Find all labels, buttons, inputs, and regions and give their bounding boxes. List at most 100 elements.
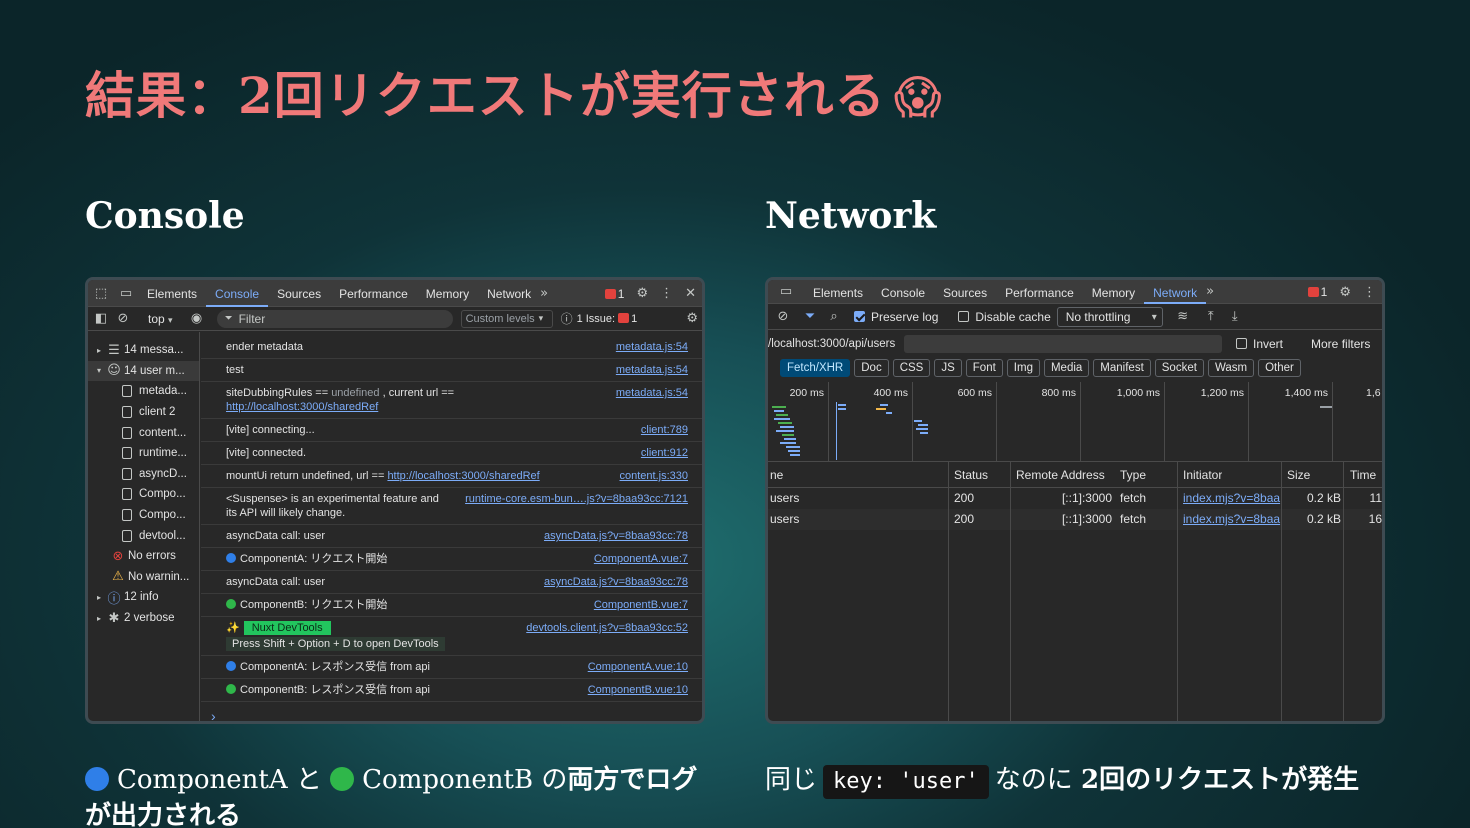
column-header-remote-address[interactable]: Remote Address xyxy=(1016,468,1105,482)
tab-elements[interactable]: Elements xyxy=(804,280,872,304)
log-url-link[interactable]: http://localhost:3000/sharedRef xyxy=(387,470,539,482)
sidebar-item-user-messages[interactable]: ▾ ☺ 14 user m... xyxy=(88,360,199,382)
initiator-link[interactable]: index.mjs?v=8baa xyxy=(1183,491,1283,505)
log-source-link[interactable]: metadata.js:54 xyxy=(616,386,688,400)
tab-memory[interactable]: Memory xyxy=(417,280,478,307)
sidebar-item-errors[interactable]: ⊗ No errors xyxy=(88,546,199,567)
type-filter-font[interactable]: Font xyxy=(965,359,1003,377)
more-tabs-icon[interactable]: » xyxy=(540,286,548,301)
invert-checkbox[interactable]: Invert xyxy=(1236,337,1283,351)
log-url-link[interactable]: http://localhost:3000/sharedRef xyxy=(226,401,378,413)
log-source-link[interactable]: runtime-core.esm-bun….js?v=8baa93cc:7121 xyxy=(465,492,688,506)
log-source-link[interactable]: asyncData.js?v=8baa93cc:78 xyxy=(544,575,688,589)
column-divider[interactable] xyxy=(1010,462,1011,721)
log-source-link[interactable]: client:789 xyxy=(641,423,688,437)
device-toolbar-icon[interactable]: ▭ xyxy=(114,286,138,301)
type-filter-manifest[interactable]: Manifest xyxy=(1093,359,1151,377)
type-filter-socket[interactable]: Socket xyxy=(1154,359,1204,377)
tab-network[interactable]: Network xyxy=(478,280,540,307)
clear-network-icon[interactable]: ⊘ xyxy=(768,309,798,324)
type-filter-css[interactable]: CSS xyxy=(892,359,931,377)
type-filter-wasm[interactable]: Wasm xyxy=(1207,359,1255,377)
console-prompt[interactable]: › xyxy=(201,702,702,721)
column-divider[interactable] xyxy=(948,462,949,721)
log-source-link[interactable]: devtools.client.js?v=8baa93cc:52 xyxy=(526,621,688,635)
sidebar-item-warnings[interactable]: ⚠ No warnin... xyxy=(88,567,199,588)
device-toolbar-icon[interactable]: ▭ xyxy=(768,284,804,299)
sidebar-item-file[interactable]: asyncD... xyxy=(88,464,199,485)
type-filter-img[interactable]: Img xyxy=(1006,359,1040,377)
filter-icon[interactable]: ⏷ xyxy=(798,309,822,324)
tab-console[interactable]: Console xyxy=(872,280,934,304)
tab-sources[interactable]: Sources xyxy=(934,280,996,304)
type-filter-other[interactable]: Other xyxy=(1258,359,1301,377)
close-icon[interactable]: ✕ xyxy=(685,286,696,301)
sidebar-item-file[interactable]: Compo... xyxy=(88,484,199,505)
type-filter-js[interactable]: JS xyxy=(934,359,962,377)
tab-network[interactable]: Network xyxy=(1144,280,1207,304)
log-source-link[interactable]: content.js:330 xyxy=(620,469,689,483)
wifi-icon[interactable]: ≋ xyxy=(1173,309,1193,324)
column-header-time[interactable]: Time xyxy=(1350,468,1376,482)
tab-elements[interactable]: Elements xyxy=(138,280,206,307)
tab-performance[interactable]: Performance xyxy=(330,280,417,307)
sidebar-item-file[interactable]: content... xyxy=(88,422,199,443)
sidebar-item-verbose[interactable]: ▸ ✱ 2 verbose xyxy=(88,608,199,629)
sidebar-item-file[interactable]: Compo... xyxy=(88,505,199,526)
network-timeline-overview[interactable]: 200 ms 400 ms 600 ms 800 ms 1,000 ms 1,2… xyxy=(768,382,1382,462)
type-filter-doc[interactable]: Doc xyxy=(854,359,889,377)
initiator-link[interactable]: index.mjs?v=8baa xyxy=(1183,512,1283,526)
upload-icon[interactable]: ⤒ xyxy=(1201,309,1221,324)
issues-badge[interactable]: 1 xyxy=(1307,285,1327,299)
download-icon[interactable]: ⤓ xyxy=(1225,309,1245,324)
filter-input[interactable]: ⏷ Filter xyxy=(216,309,453,328)
column-header-status[interactable]: Status xyxy=(954,468,988,482)
throttling-select[interactable]: No throttling xyxy=(1056,306,1163,327)
inspect-element-icon[interactable]: ⬚ xyxy=(88,286,114,301)
disable-cache-checkbox[interactable]: Disable cache xyxy=(958,310,1051,324)
tab-console[interactable]: Console xyxy=(206,280,269,307)
tab-sources[interactable]: Sources xyxy=(268,280,330,307)
log-source-link[interactable]: ComponentB.vue:7 xyxy=(594,598,688,612)
tab-memory[interactable]: Memory xyxy=(1083,280,1144,304)
type-filter-fetch-xhr[interactable]: Fetch/XHR xyxy=(780,359,851,377)
sidebar-item-file[interactable]: metada... xyxy=(88,381,199,402)
more-filters-button[interactable]: More filters xyxy=(1311,337,1370,351)
network-request-row[interactable]: users 200 [::1]:3000 fetch index.mjs?v=8… xyxy=(768,509,1382,530)
sidebar-item-file[interactable]: runtime... xyxy=(88,443,199,464)
log-levels-select[interactable]: Custom levels ▾ xyxy=(460,309,553,328)
column-divider[interactable] xyxy=(1343,462,1344,721)
gear-icon[interactable]: ⚙ xyxy=(636,286,648,301)
issues-badge[interactable]: 1 xyxy=(604,287,624,301)
network-request-row[interactable]: users 200 [::1]:3000 fetch index.mjs?v=8… xyxy=(768,488,1382,509)
preserve-log-checkbox[interactable]: Preserve log xyxy=(854,310,938,324)
log-source-link[interactable]: client:912 xyxy=(641,446,688,460)
log-source-link[interactable]: asyncData.js?v=8baa93cc:78 xyxy=(544,529,688,543)
sidebar-item-messages[interactable]: ▸ ☰ 14 messa... xyxy=(88,340,199,361)
type-filter-media[interactable]: Media xyxy=(1043,359,1090,377)
network-filter-field[interactable] xyxy=(904,335,1222,353)
kebab-menu-icon[interactable]: ⋮ xyxy=(1363,285,1376,300)
kebab-menu-icon[interactable]: ⋮ xyxy=(660,286,673,301)
column-divider[interactable] xyxy=(1281,462,1282,721)
eye-icon[interactable]: ◉ xyxy=(185,311,209,326)
log-source-link[interactable]: metadata.js:54 xyxy=(616,340,688,354)
console-settings-gear-icon[interactable]: ⚙ xyxy=(686,311,698,326)
column-header-type[interactable]: Type xyxy=(1120,468,1146,482)
column-header-size[interactable]: Size xyxy=(1287,468,1310,482)
clear-console-icon[interactable]: ⊘ xyxy=(112,311,134,326)
column-header-name[interactable]: ne xyxy=(770,468,783,482)
issue-count-link[interactable]: 1 Issue: 1 xyxy=(577,312,637,325)
sidebar-item-file[interactable]: client 2 xyxy=(88,402,199,423)
gear-icon[interactable]: ⚙ xyxy=(1339,285,1351,300)
log-source-link[interactable]: ComponentA.vue:10 xyxy=(588,660,688,674)
log-source-link[interactable]: metadata.js:54 xyxy=(616,363,688,377)
context-select[interactable]: top ▾ xyxy=(148,312,173,326)
sidebar-toggle-icon[interactable]: ◧ xyxy=(90,311,112,326)
network-filter-input[interactable]: /localhost:3000/api/users xyxy=(768,338,904,350)
sidebar-item-file[interactable]: devtool... xyxy=(88,525,199,546)
search-icon[interactable]: ⌕ xyxy=(822,309,846,324)
column-divider[interactable] xyxy=(1177,462,1178,721)
column-header-initiator[interactable]: Initiator xyxy=(1183,468,1222,482)
log-source-link[interactable]: ComponentA.vue:7 xyxy=(594,552,688,566)
